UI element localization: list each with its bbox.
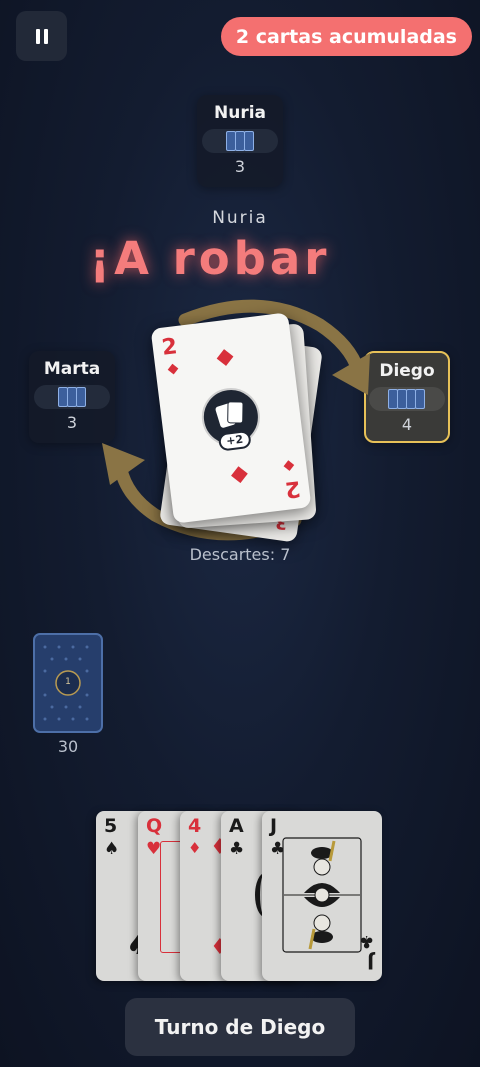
card-rank-inverted: 2 <box>283 475 302 502</box>
banner-player-name: Nuria <box>212 208 268 228</box>
deck-chip: 1 <box>65 677 71 687</box>
card-pile-icon <box>369 387 445 411</box>
player-card-count: 3 <box>234 157 246 176</box>
deck-count: 30 <box>57 737 79 756</box>
pause-icon <box>35 28 40 44</box>
player-name: Marta <box>43 359 101 379</box>
hand-card-j-clubs[interactable]: J ♣ J ♣ <box>262 811 382 981</box>
card-rank: 2 <box>160 334 179 361</box>
discard-top-card: 2 ◆ ◆ ◆ ◆ 2 +2 <box>150 312 312 524</box>
diamond-icon: ◆ <box>282 456 296 474</box>
card-pile-icon <box>34 385 110 409</box>
draw-two-icon: +2 <box>198 384 264 452</box>
card-rank: Q <box>146 815 163 837</box>
player-name: Nuria <box>213 103 266 123</box>
diamond-icon: ◆ <box>229 460 250 488</box>
banner-message: ¡A robar <box>89 232 331 285</box>
player-name: Diego <box>379 361 435 381</box>
draw-deck[interactable]: 1 <box>33 633 103 733</box>
heart-icon: ♥ <box>146 839 162 859</box>
jack-portrait-icon <box>282 837 362 953</box>
player-card-count: 3 <box>66 413 78 432</box>
card-rank-inverted: J <box>366 951 374 973</box>
player-top: Nuria 3 <box>197 95 283 187</box>
stack-badge: 2 cartas acumuladas <box>220 17 472 56</box>
card-pile-icon <box>202 129 278 153</box>
card-rank: 4 <box>188 815 202 837</box>
card-rank: J <box>270 815 278 837</box>
turn-indicator-button: Turno de Diego <box>125 998 355 1056</box>
club-icon: ♣ <box>229 839 245 859</box>
card-rank: 5 <box>104 815 118 837</box>
pause-button[interactable] <box>16 11 67 61</box>
discard-count-label: Descartes: 7 <box>189 545 291 564</box>
player-card-count: 4 <box>401 415 413 434</box>
diamond-icon: ◆ <box>166 360 180 378</box>
card-rank: A <box>229 815 244 837</box>
diamond-icon: ♦ <box>188 839 202 857</box>
diamond-icon: ◆ <box>215 343 235 371</box>
spade-icon: ♠ <box>104 839 120 859</box>
effect-label: +2 <box>217 429 252 452</box>
